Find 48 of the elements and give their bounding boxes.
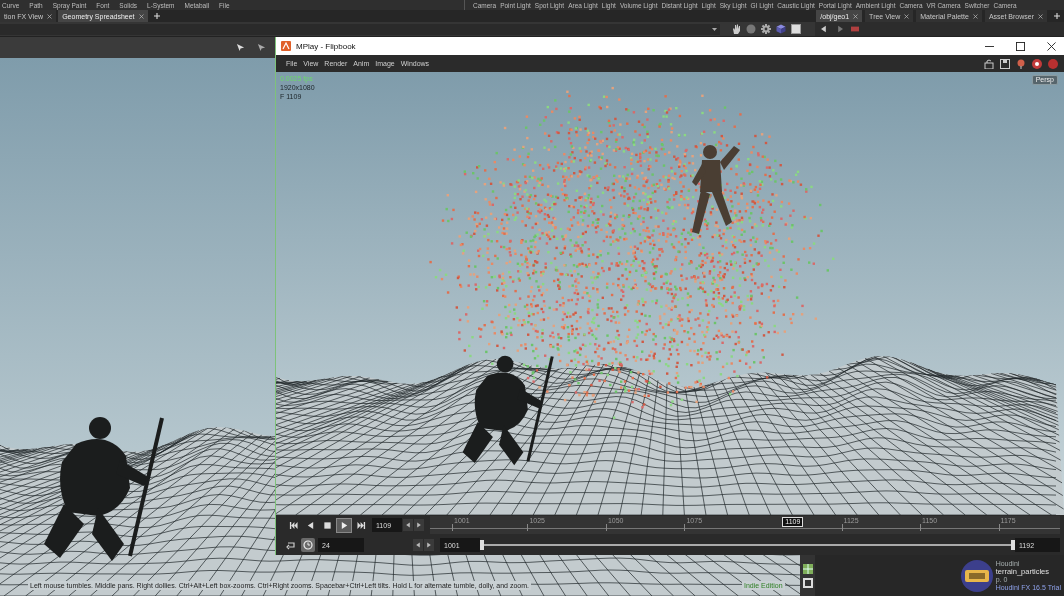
- step-forward-button[interactable]: [414, 519, 424, 531]
- clock-icon: [303, 540, 313, 550]
- close-icon[interactable]: [1038, 13, 1043, 19]
- node-icon[interactable]: [849, 25, 861, 33]
- step-forward-icon: [426, 542, 432, 548]
- pointer-icon[interactable]: [257, 43, 266, 52]
- skip-to-end-icon: [356, 520, 366, 530]
- play-reverse-icon: [305, 520, 315, 530]
- plus-icon[interactable]: [1054, 13, 1060, 19]
- step-back-icon: [415, 542, 421, 548]
- cube-icon[interactable]: [776, 24, 786, 34]
- app-icon: [281, 41, 291, 51]
- stop-icon: [322, 520, 332, 530]
- hand-icon[interactable]: [731, 24, 741, 34]
- realtime-toggle[interactable]: [301, 538, 315, 552]
- lock-icon[interactable]: [984, 58, 994, 69]
- skip-to-start-icon: [288, 520, 298, 530]
- pointer-icon[interactable]: [236, 43, 245, 52]
- caret-icon[interactable]: [712, 26, 717, 32]
- close-icon: [1046, 41, 1056, 51]
- step-back-icon: [405, 522, 411, 528]
- logo-icon: [960, 560, 993, 592]
- playback-button[interactable]: [336, 517, 352, 533]
- close-icon[interactable]: [47, 13, 53, 19]
- save-icon[interactable]: [1000, 58, 1010, 69]
- range-start-handle[interactable]: [480, 540, 484, 550]
- maximize-icon: [1015, 41, 1025, 51]
- frame-icon[interactable]: [802, 578, 813, 588]
- pin-icon[interactable]: [1016, 58, 1026, 69]
- step-back-button[interactable]: [403, 519, 413, 531]
- range-end-handle[interactable]: [1011, 540, 1015, 550]
- window-title: MPlay - Flipbook: [296, 41, 357, 51]
- close-icon[interactable]: [972, 13, 978, 19]
- sphere-icon[interactable]: [746, 24, 756, 34]
- close-icon[interactable]: [853, 13, 859, 19]
- record-icon[interactable]: [1032, 58, 1042, 69]
- dot-icon[interactable]: [1048, 58, 1058, 69]
- gear-icon[interactable]: [761, 24, 771, 34]
- plus-icon[interactable]: [153, 13, 160, 19]
- close-icon[interactable]: [904, 13, 910, 19]
- step-forward-icon: [416, 522, 422, 528]
- step-forward-button[interactable]: [424, 539, 434, 551]
- step-back-button[interactable]: [413, 539, 423, 551]
- grid-icon[interactable]: [802, 564, 813, 574]
- path-field[interactable]: [0, 23, 720, 35]
- loop-icon: [286, 540, 296, 550]
- close-icon[interactable]: [138, 13, 144, 19]
- play-icon: [339, 520, 349, 530]
